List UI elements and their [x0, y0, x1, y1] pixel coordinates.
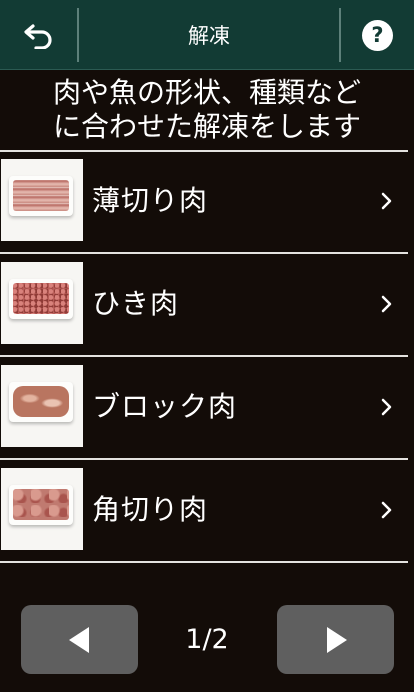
help-icon: ?: [362, 19, 393, 51]
chevron-right-icon: [381, 398, 392, 416]
page-title: 解凍: [188, 24, 230, 48]
description-line-1: 肉や魚の形状、種類など: [52, 76, 361, 109]
chevron-right-icon: [381, 192, 392, 210]
description-line-2: に合わせた解凍をします: [52, 110, 361, 143]
description: 肉や魚の形状、種類など に合わせた解凍をします: [0, 76, 414, 144]
list-item-ground-meat[interactable]: ひき肉: [0, 262, 414, 346]
list-item-label: ブロック肉: [92, 390, 238, 423]
list-divider: [0, 355, 408, 357]
thaw-screen: 解凍 ? 肉や魚の形状、種類など に合わせた解凍をします 薄切り肉 ひき肉 ブロ…: [0, 0, 414, 692]
list-divider: [0, 252, 408, 254]
cubed-meat-icon: [1, 468, 83, 550]
block-meat-icon: [1, 365, 83, 447]
chevron-right-icon: [381, 295, 392, 313]
list-divider: [0, 561, 408, 563]
list-item-thin-sliced-meat[interactable]: 薄切り肉: [0, 159, 414, 243]
ground-meat-icon: [1, 262, 83, 344]
page-indicator: 1/2: [185, 624, 229, 655]
list-item-cubed-meat[interactable]: 角切り肉: [0, 468, 414, 552]
list-divider: [0, 458, 408, 460]
previous-page-button[interactable]: [21, 605, 138, 674]
list-item-label: 角切り肉: [92, 493, 209, 526]
list-item-block-meat[interactable]: ブロック肉: [0, 365, 414, 449]
list-item-label: ひき肉: [92, 287, 180, 320]
header-bar: 解凍 ?: [0, 0, 414, 70]
list-divider: [0, 150, 408, 152]
back-button[interactable]: [0, 0, 77, 70]
thin-sliced-meat-icon: [1, 159, 83, 241]
triangle-right-icon: [326, 626, 347, 653]
next-page-button[interactable]: [277, 605, 394, 674]
chevron-right-icon: [381, 501, 392, 519]
list-item-label: 薄切り肉: [92, 184, 209, 217]
help-button[interactable]: ?: [341, 0, 414, 70]
back-arrow-icon: [23, 24, 52, 49]
triangle-left-icon: [68, 626, 89, 653]
